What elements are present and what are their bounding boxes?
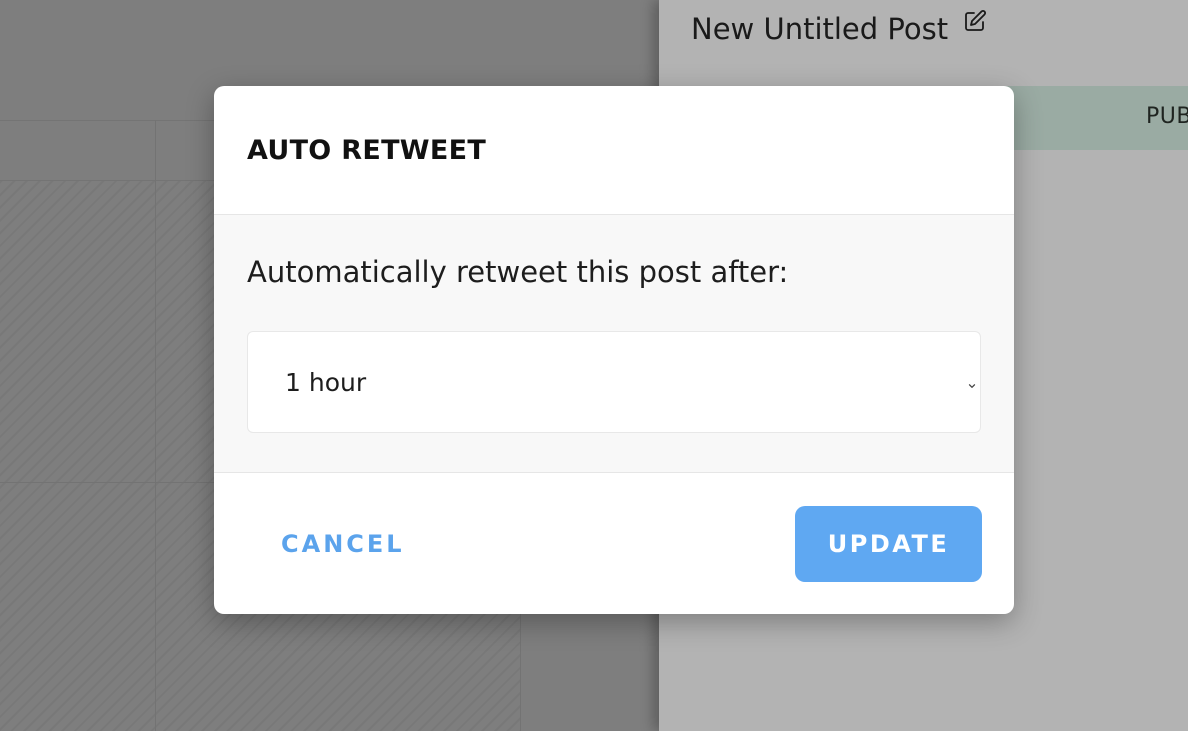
- dialog-footer: CANCEL UPDATE: [214, 473, 1014, 614]
- app-stage: New Untitled Post PUB AUTO RETWEET Autom…: [0, 0, 1188, 731]
- cancel-button[interactable]: CANCEL: [281, 530, 405, 558]
- tab-publish[interactable]: PUB: [1146, 104, 1188, 129]
- auto-retweet-dialog: AUTO RETWEET Automatically retweet this …: [214, 86, 1014, 614]
- select-value: 1 hour: [285, 367, 367, 397]
- edit-icon[interactable]: [963, 6, 987, 40]
- post-title[interactable]: New Untitled Post: [691, 6, 987, 46]
- calendar-divider: [155, 120, 156, 731]
- post-title-text: New Untitled Post: [691, 12, 949, 46]
- chevron-down-icon: [967, 376, 977, 388]
- dialog-body: Automatically retweet this post after: 1…: [214, 215, 1014, 473]
- dialog-prompt: Automatically retweet this post after:: [247, 255, 789, 289]
- update-button[interactable]: UPDATE: [795, 505, 982, 582]
- dialog-title: AUTO RETWEET: [247, 134, 487, 166]
- dialog-header: AUTO RETWEET: [214, 86, 1014, 215]
- retweet-delay-select[interactable]: 1 hour: [247, 331, 981, 433]
